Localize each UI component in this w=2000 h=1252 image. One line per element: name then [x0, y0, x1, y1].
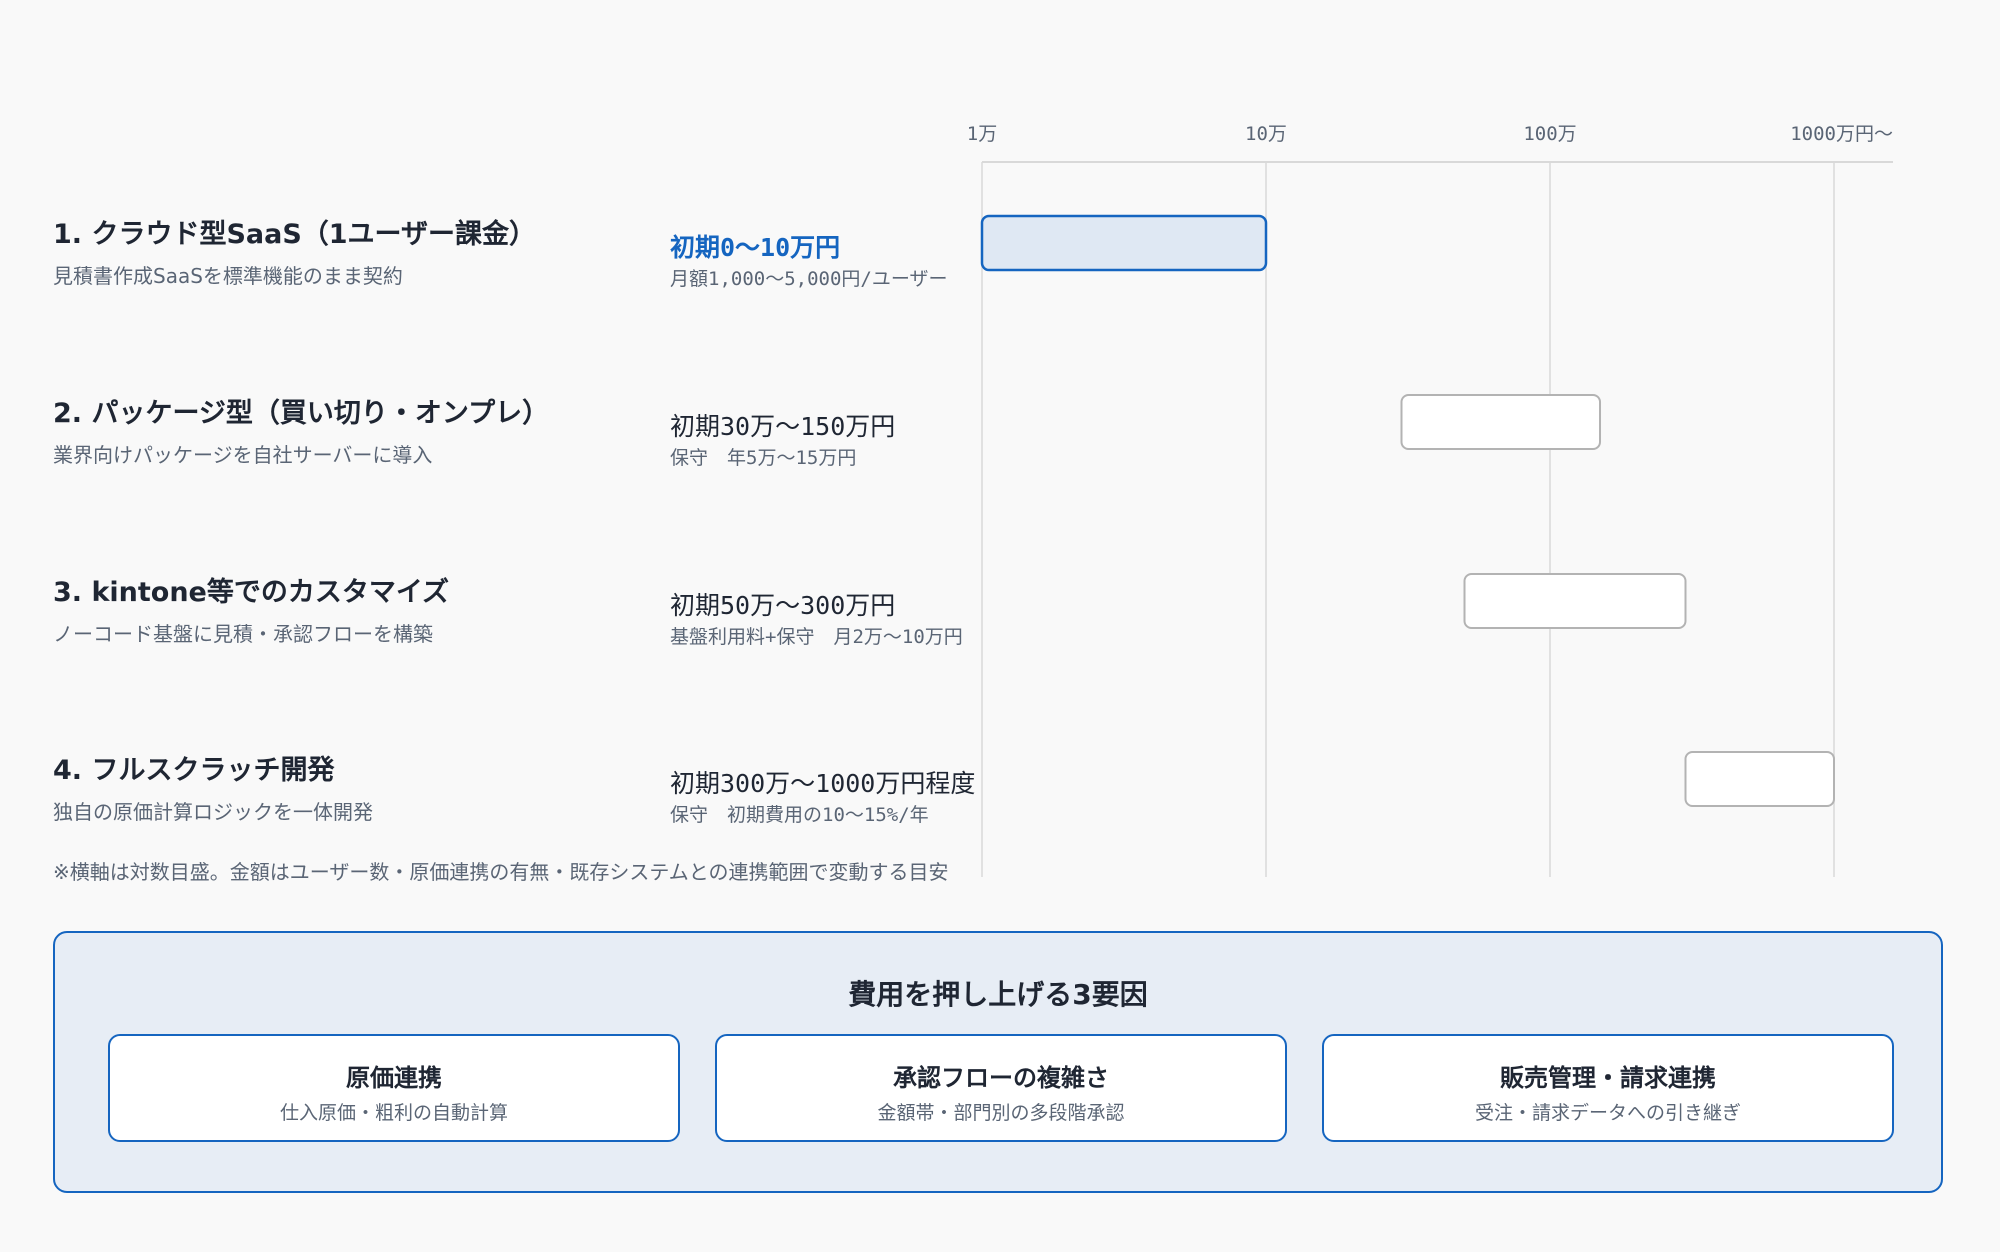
factor-name: 原価連携	[346, 1064, 442, 1092]
factor-description: 仕入原価・粗利の自動計算	[279, 1102, 508, 1124]
x-tick-label: 1000万円〜	[1790, 123, 1893, 145]
row-initial-cost: 初期0〜10万円	[670, 233, 841, 262]
factors-title: 費用を押し上げる3要因	[848, 978, 1148, 1011]
row-title: 1. クラウド型SaaS（1ユーザー課金）	[53, 219, 537, 250]
cost-range-bar	[1463, 573, 1687, 629]
factor-name: 販売管理・請求連携	[1500, 1064, 1716, 1092]
factor-card: 販売管理・請求連携 受注・請求データへの引き継ぎ	[1322, 1034, 1894, 1142]
factor-card: 原価連携 仕入原価・粗利の自動計算	[108, 1034, 680, 1142]
factor-name: 承認フローの複雑さ	[893, 1064, 1109, 1092]
x-tick-label: 10万	[1245, 123, 1287, 145]
cost-row: 1. クラウド型SaaS（1ユーザー課金） 見積書作成SaaSを標準機能のまま契…	[53, 212, 983, 332]
row-description: ノーコード基盤に見積・承認フローを構築	[53, 622, 433, 646]
chart-note: ※横軸は対数目盛。金額はユーザー数・原価連携の有無・既存システムとの連携範囲で変…	[53, 860, 949, 884]
cost-range-bar	[1400, 394, 1602, 450]
cost-row: 3. kintone等でのカスタマイズ ノーコード基盤に見積・承認フローを構築 …	[53, 570, 983, 690]
row-description: 業界向けパッケージを自社サーバーに導入	[53, 443, 433, 467]
factor-card: 承認フローの複雑さ 金額帯・部門別の多段階承認	[715, 1034, 1287, 1142]
row-description: 見積書作成SaaSを標準機能のまま契約	[53, 264, 403, 288]
row-running-cost: 月額1,000〜5,000円/ユーザー	[670, 268, 948, 290]
cost-range-bar	[1684, 751, 1835, 807]
row-running-cost: 基盤利用料+保守 月2万〜10万円	[670, 626, 963, 648]
row-initial-cost: 初期30万〜150万円	[670, 412, 896, 441]
cost-row: 2. パッケージ型（買い切り・オンプレ） 業界向けパッケージを自社サーバーに導入…	[53, 391, 983, 511]
row-initial-cost: 初期300万〜1000万円程度	[670, 769, 976, 798]
cost-row: 4. フルスクラッチ開発 独自の原価計算ロジックを一体開発 初期300万〜100…	[53, 748, 983, 868]
row-running-cost: 保守 年5万〜15万円	[670, 447, 857, 469]
row-title: 4. フルスクラッチ開発	[53, 755, 335, 786]
x-tick-label: 100万	[1523, 123, 1576, 145]
row-initial-cost: 初期50万〜300万円	[670, 591, 896, 620]
row-title: 2. パッケージ型（買い切り・オンプレ）	[53, 398, 550, 429]
row-title: 3. kintone等でのカスタマイズ	[53, 577, 450, 608]
cost-factors-panel: 費用を押し上げる3要因 原価連携 仕入原価・粗利の自動計算 承認フローの複雑さ …	[53, 931, 1943, 1193]
factor-description: 受注・請求データへの引き継ぎ	[1474, 1102, 1741, 1124]
row-running-cost: 保守 初期費用の10〜15%/年	[670, 804, 929, 826]
cost-range-bar	[980, 214, 1268, 272]
factor-description: 金額帯・部門別の多段階承認	[877, 1102, 1125, 1124]
x-tick-label: 1万	[967, 123, 997, 145]
row-description: 独自の原価計算ロジックを一体開発	[53, 800, 373, 824]
